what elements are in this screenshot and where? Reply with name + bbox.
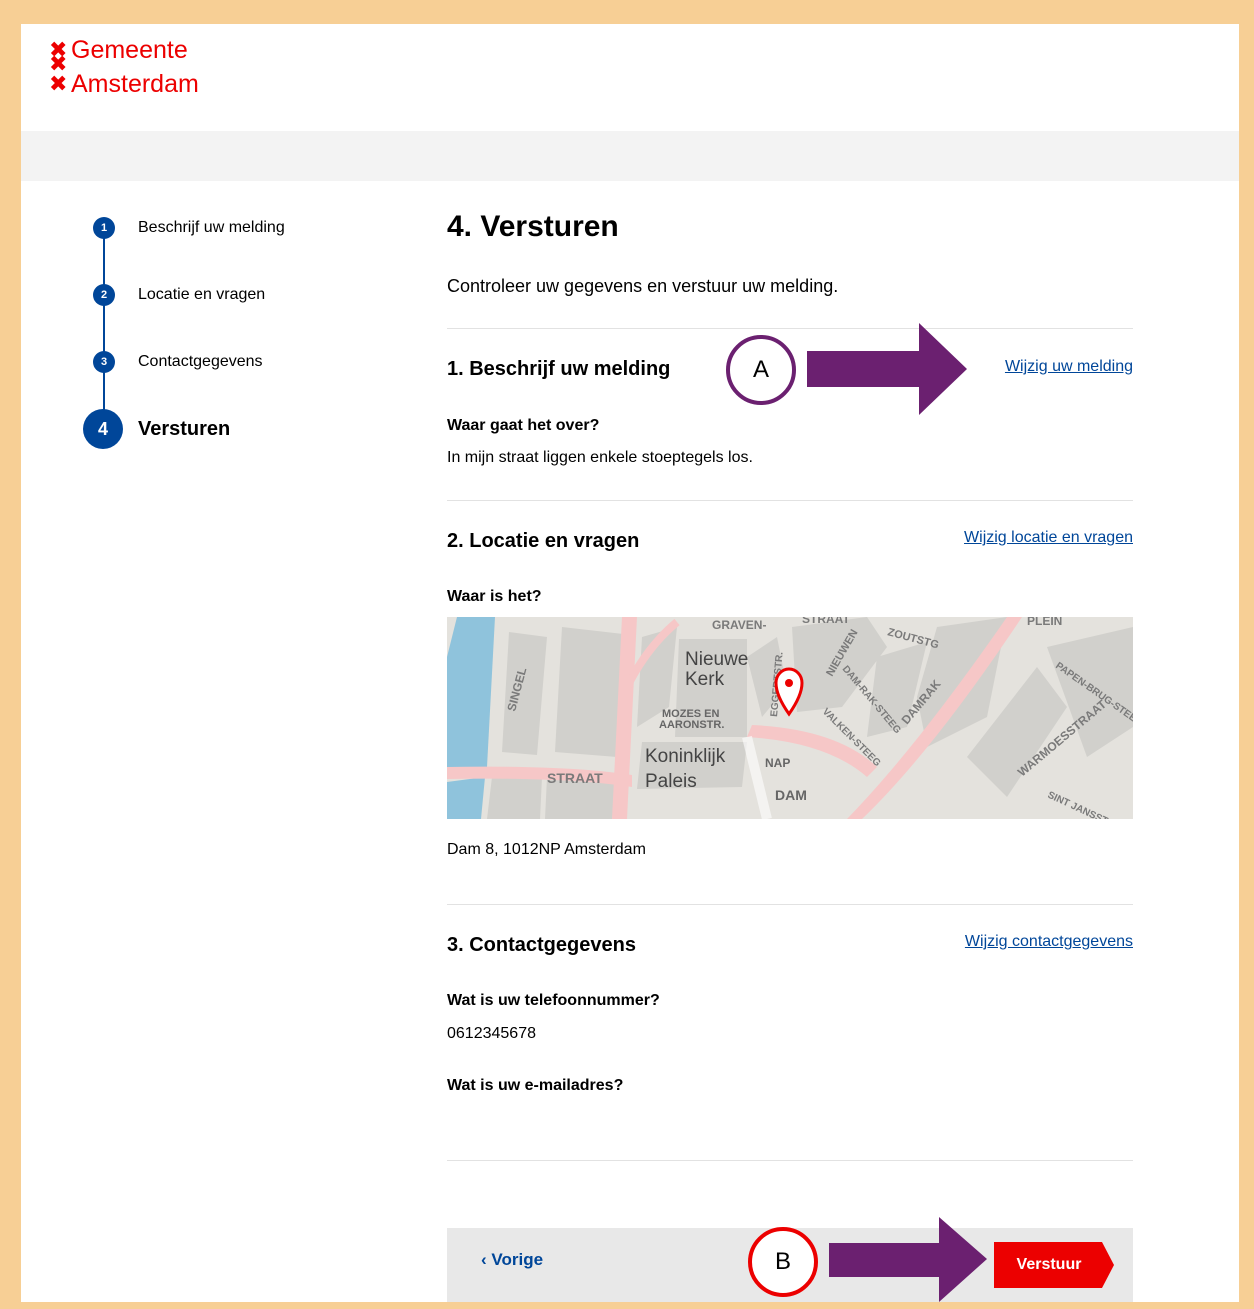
section-3-title: 3. Contactgegevens bbox=[447, 934, 636, 956]
edit-location-link[interactable]: Wijzig locatie en vragen bbox=[964, 529, 1133, 547]
map-label: NAP bbox=[765, 756, 790, 770]
stepper-line bbox=[103, 228, 105, 428]
page-title: 4. Versturen bbox=[447, 210, 619, 243]
step-3-number: 3 bbox=[93, 351, 115, 373]
step-2-label: Locatie en vragen bbox=[138, 286, 266, 303]
section-2-title: 2. Locatie en vragen bbox=[447, 530, 640, 552]
divider bbox=[447, 500, 1133, 501]
divider bbox=[447, 1160, 1133, 1161]
canal-shape bbox=[447, 777, 485, 819]
gemeente-amsterdam-logo[interactable]: ✖ Gemeente ✖ ✖ Amsterdam bbox=[49, 33, 199, 101]
map-label: DAM bbox=[775, 787, 807, 803]
divider bbox=[447, 328, 1133, 329]
chevron-left-icon: ‹ bbox=[481, 1250, 492, 1269]
location-address: Dam 8, 1012NP Amsterdam bbox=[447, 841, 646, 858]
annotation-b-label: B bbox=[774, 1248, 791, 1275]
grey-band bbox=[21, 131, 1239, 181]
step-4-current: 4 Versturen bbox=[81, 409, 230, 449]
location-map[interactable]: GRAVEN- STRAAT PLEIN SINGEL Nieuwe Kerk … bbox=[447, 617, 1133, 819]
logo-line-2: Amsterdam bbox=[71, 70, 199, 98]
map-label: Paleis bbox=[645, 771, 697, 792]
map-graphic: GRAVEN- STRAAT PLEIN SINGEL Nieuwe Kerk … bbox=[447, 617, 1133, 819]
annotation-arrow-a bbox=[807, 323, 967, 415]
annotation-circle-a: A bbox=[726, 335, 796, 405]
map-label: GRAVEN- bbox=[712, 618, 766, 632]
logo-line-1: Gemeente bbox=[71, 36, 188, 64]
header: ✖ Gemeente ✖ ✖ Amsterdam bbox=[21, 24, 1239, 131]
previous-button[interactable]: ‹ Vorige bbox=[481, 1250, 543, 1270]
map-label: PLEIN bbox=[1027, 617, 1062, 628]
canal-shape bbox=[447, 617, 495, 767]
step-1-number: 1 bbox=[93, 217, 115, 239]
step-3[interactable]: 3 Contactgegevens bbox=[81, 351, 263, 373]
section-1-answer: In mijn straat liggen enkele stoeptegels… bbox=[447, 449, 753, 466]
edit-contact-link[interactable]: Wijzig contactgegevens bbox=[965, 933, 1133, 951]
step-3-label: Contactgegevens bbox=[138, 353, 263, 370]
phone-question: Wat is uw telefoonnummer? bbox=[447, 992, 660, 1009]
map-label: STRAAT bbox=[547, 770, 603, 786]
email-question: Wat is uw e-mailadres? bbox=[447, 1077, 624, 1094]
map-label: Koninklijk bbox=[645, 746, 726, 767]
section-1-question: Waar gaat het over? bbox=[447, 417, 600, 434]
step-1[interactable]: 1 Beschrijf uw melding bbox=[81, 217, 285, 239]
map-label: Kerk bbox=[685, 669, 725, 690]
map-label: AARONSTR. bbox=[659, 719, 724, 731]
map-label: Nieuwe bbox=[685, 649, 748, 670]
step-2-number: 2 bbox=[93, 284, 115, 306]
step-4-label: Versturen bbox=[138, 417, 231, 440]
annotation-arrow-b bbox=[829, 1217, 987, 1302]
page-frame: ✖ Gemeente ✖ ✖ Amsterdam 1 Beschrijf uw me… bbox=[21, 24, 1239, 1302]
previous-label: Vorige bbox=[491, 1250, 544, 1269]
submit-label: Verstuur bbox=[1016, 1256, 1082, 1273]
page-intro: Controleer uw gegevens en verstuur uw me… bbox=[447, 276, 839, 296]
step-1-label: Beschrijf uw melding bbox=[138, 219, 285, 236]
section-1-title: 1. Beschrijf uw melding bbox=[447, 358, 671, 380]
step-4-number: 4 bbox=[83, 409, 123, 449]
step-2[interactable]: 2 Locatie en vragen bbox=[81, 284, 265, 306]
cross-icon: ✖ bbox=[49, 71, 68, 96]
annotation-a-label: A bbox=[752, 356, 769, 383]
annotation-circle-b: B bbox=[748, 1227, 818, 1297]
map-label: STRAAT bbox=[802, 617, 850, 626]
section-2-question: Waar is het? bbox=[447, 588, 542, 605]
phone-answer: 0612345678 bbox=[447, 1025, 536, 1042]
divider bbox=[447, 904, 1133, 905]
edit-melding-link[interactable]: Wijzig uw melding bbox=[1005, 358, 1133, 376]
